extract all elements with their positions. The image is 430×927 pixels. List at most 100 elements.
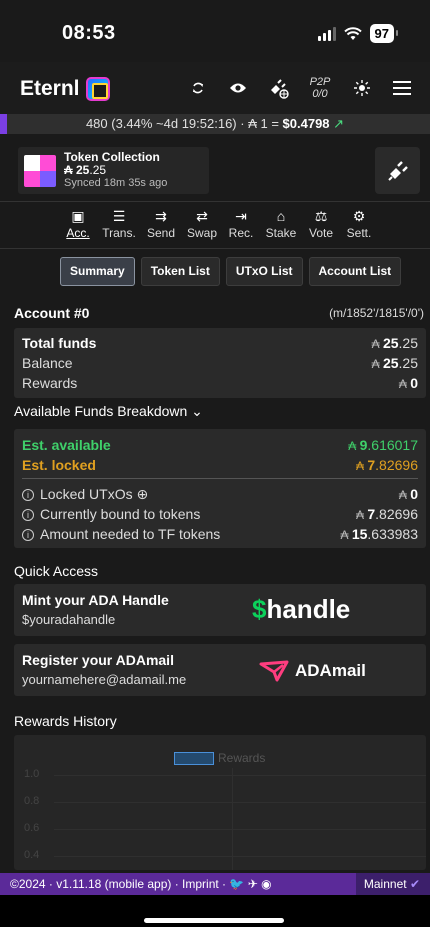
nav-icon: ⚙: [352, 208, 366, 224]
balance-row: Balance ₳ 25.25: [22, 354, 418, 373]
rewards-chart: Rewards 1.0 0.8 0.6 0.4: [14, 735, 426, 870]
balance-label: Balance: [22, 355, 73, 371]
legend-swatch[interactable]: [174, 752, 214, 765]
est-locked-row: Est. locked ₳ 7.82696: [22, 456, 418, 475]
nav-icon: ⇄: [196, 208, 208, 224]
menu-icon[interactable]: [390, 74, 414, 102]
p2p-label: P2P: [309, 76, 331, 88]
adamail-card[interactable]: Register your ADAmail yournamehere@adama…: [14, 644, 426, 696]
ada-handle-sub: $youradahandle: [22, 612, 116, 627]
header-actions: P2P 0/0: [186, 74, 414, 102]
info-icon[interactable]: i: [22, 509, 34, 522]
nav-sett[interactable]: ⚙ Sett.: [341, 208, 377, 240]
y-tick: 0.4: [24, 849, 40, 861]
footer: ©2024 · v1.11.18 (mobile app) · Imprint …: [0, 873, 430, 895]
locked-utxos-row: i Locked UTxOs ⊕ ₳ 0: [22, 485, 418, 504]
nav-label: Vote: [308, 226, 334, 240]
plug-globe-icon[interactable]: [266, 74, 290, 102]
sync-icon[interactable]: [186, 74, 210, 102]
nav-icon: ⇥: [235, 208, 247, 224]
sun-icon[interactable]: [350, 74, 374, 102]
needed-tf-row: i Amount needed to TF tokens ₳ 15.633983: [22, 525, 418, 544]
nav-icon: ⌂: [276, 208, 286, 224]
signal-icon: [317, 26, 336, 41]
status-bar: 08:53 97: [0, 0, 430, 60]
adamail-title: Register your ADAmail: [22, 652, 174, 668]
quick-access-title: Quick Access: [14, 563, 99, 579]
p2p-count: 0/0: [312, 88, 328, 100]
adamail-sub: yournamehere@adamail.me: [22, 672, 187, 687]
nav-acc[interactable]: ▣ Acc.: [60, 208, 96, 240]
wifi-icon: [343, 26, 362, 40]
home-indicator[interactable]: [144, 918, 284, 923]
breakdown-toggle[interactable]: Available Funds Breakdown ⌄: [14, 403, 203, 420]
bound-tokens-label: Currently bound to tokens: [40, 506, 201, 522]
y-tick: 1.0: [24, 768, 40, 780]
summary-subtabs: Summary Token List UTxO List Account Lis…: [60, 257, 402, 286]
price-trend-icon: ↗: [333, 116, 345, 131]
divider: [22, 478, 418, 479]
info-icon[interactable]: i: [22, 529, 34, 542]
breakdown-panel: Est. available ₳ 9.616017 Est. locked ₳ …: [14, 429, 426, 548]
derivation-path: (m/1852'/1815'/0'): [329, 306, 424, 320]
wallet-card[interactable]: Token Collection ₳ 25.25 Synced 18m 35s …: [18, 147, 209, 194]
nav-icon: ⇉: [155, 208, 167, 224]
eye-icon[interactable]: [226, 74, 250, 102]
est-locked-label: Est. locked: [22, 457, 96, 473]
rewards-value: ₳ 0: [398, 375, 418, 391]
nav-vote[interactable]: ⚖ Vote: [304, 208, 338, 240]
est-available-value: ₳ 9.616017: [348, 437, 418, 453]
ada-handle-card[interactable]: Mint your ADA Handle $youradahandle $han…: [14, 584, 426, 636]
brand-name: Eternl: [20, 77, 80, 100]
y-tick: 0.8: [24, 795, 40, 807]
check-icon: ✔: [409, 877, 420, 891]
eternl-logo-icon: [85, 77, 110, 101]
tab-account-list[interactable]: Account List: [308, 257, 402, 286]
telegram-icon[interactable]: ✈: [248, 877, 258, 891]
tab-token-list[interactable]: Token List: [140, 257, 220, 286]
accent-bar: [0, 114, 7, 134]
total-funds-value: ₳ 25.25: [371, 335, 418, 351]
needed-tf-label: Amount needed to TF tokens: [40, 526, 221, 542]
rewards-history-title: Rewards History: [14, 713, 117, 729]
clock: 08:53: [62, 22, 116, 44]
balance-value: ₳ 25.25: [371, 355, 418, 371]
nav-icon: ⚖: [314, 208, 328, 224]
info-icon: i: [22, 489, 34, 502]
bound-tokens-row: i Currently bound to tokens ₳ 7.82696: [22, 505, 418, 524]
status-icons: 97: [317, 24, 399, 43]
account-funds-panel: Total funds ₳ 25.25 Balance ₳ 25.25 Rewa…: [14, 328, 426, 398]
nav-send[interactable]: ⇉ Send: [142, 208, 180, 240]
est-locked-value: ₳ 7.82696: [356, 457, 418, 473]
discord-icon[interactable]: ◉: [261, 877, 271, 891]
twitter-icon[interactable]: 🐦: [229, 877, 244, 891]
plug-p2p-icon[interactable]: P2P 0/0: [306, 74, 334, 102]
app-header: Eternl P2P 0/0: [0, 62, 430, 114]
tab-utxo-list[interactable]: UTxO List: [225, 257, 303, 286]
total-funds-row: Total funds ₳ 25.25: [22, 334, 418, 353]
nav-stake[interactable]: ⌂ Stake: [261, 208, 301, 240]
epoch-info: 480 (3.44% ~4d 19:52:16) · ₳ 1 =: [85, 116, 283, 131]
nav-rec[interactable]: ⇥ Rec.: [224, 208, 258, 240]
wallet-sync-status: Synced 18m 35s ago: [64, 177, 168, 189]
footer-text[interactable]: ©2024 · v1.11.18 (mobile app) · Imprint …: [10, 877, 229, 891]
rewards-label: Rewards: [22, 375, 78, 391]
app-screen: 08:53 97 Eternl P2P 0/0 480 (3.44% ~4d 1…: [0, 0, 430, 927]
nav-label: Sett.: [346, 226, 372, 240]
wallet-avatar: [24, 154, 56, 187]
nav-label: Rec.: [228, 226, 254, 240]
adamail-logo: ADAmail: [259, 660, 366, 682]
adamail-arrow-icon: [259, 660, 289, 682]
nav-icon: ▣: [71, 208, 85, 224]
total-funds-label: Total funds: [22, 335, 97, 351]
nav-icon: ☰: [112, 208, 126, 224]
tab-summary[interactable]: Summary: [60, 257, 135, 286]
nav-swap[interactable]: ⇄ Swap: [183, 208, 221, 240]
brand[interactable]: Eternl: [20, 77, 110, 101]
plug-icon: [387, 160, 408, 181]
nav-trans[interactable]: ☰ Trans.: [99, 208, 139, 240]
network-badge[interactable]: Mainnet ✔: [355, 873, 430, 895]
account-title: Account #0: [14, 305, 90, 321]
connect-button[interactable]: [375, 147, 420, 194]
est-available-row: Est. available ₳ 9.616017: [22, 436, 418, 455]
